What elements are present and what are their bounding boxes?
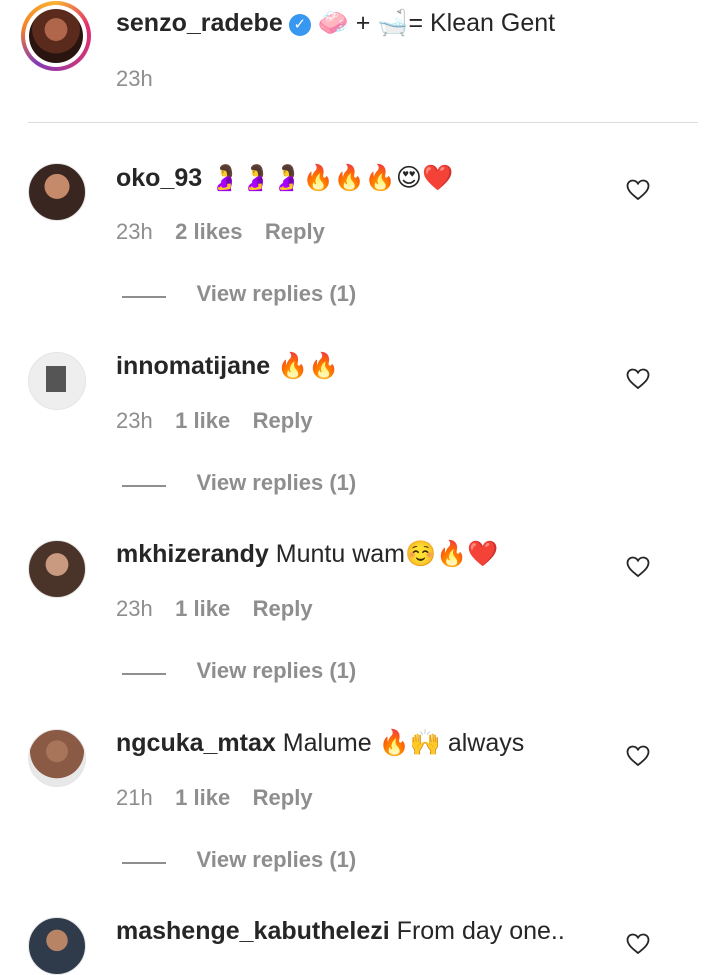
comment-timestamp: 23h [116,596,153,621]
comment-likes[interactable]: 1 like [175,785,230,810]
comment-meta: 23h 2 likes Reply [116,219,343,245]
comment-text-line: ngcuka_mtax Malume 🔥🙌 always [116,729,524,758]
reply-button[interactable]: Reply [265,219,325,244]
heart-outline-icon[interactable] [626,933,650,955]
view-replies-label: View replies (1) [196,470,357,495]
view-replies-button[interactable]: View replies (1) [122,658,356,684]
comment-text: Malume 🔥🙌 always [282,729,525,757]
caption-line: senzo_radebe ✓ 🧼 + 🛁= Klean Gent [116,9,555,38]
commenter-username[interactable]: mkhizerandy [116,540,269,568]
commenter-username[interactable]: ngcuka_mtax [116,729,276,757]
author-avatar[interactable] [29,9,83,63]
comment-meta: 21h 1 like Reply [116,785,331,811]
comment-text: 🤰🤰🤰🔥🔥🔥😍❤️ [209,164,454,192]
comment-timestamp: 23h [116,408,153,433]
comment-text-line: oko_93 🤰🤰🤰🔥🔥🔥😍❤️ [116,163,453,193]
replies-divider [122,484,166,487]
caption-divider [28,122,698,123]
reply-button[interactable]: Reply [253,408,313,433]
comment-item: ngcuka_mtax Malume 🔥🙌 always 21h 1 like … [0,729,720,909]
view-replies-label: View replies (1) [196,847,357,872]
author-username[interactable]: senzo_radebe [116,9,283,37]
commenter-username[interactable]: oko_93 [116,164,202,192]
view-replies-button[interactable]: View replies (1) [122,847,356,873]
view-replies-label: View replies (1) [196,281,357,306]
reply-button[interactable]: Reply [253,785,313,810]
commenter-avatar[interactable] [28,352,86,410]
view-replies-label: View replies (1) [196,658,357,683]
comment-text-line: mashenge_kabuthelezi From day one.. [116,917,565,946]
comment-item: oko_93 🤰🤰🤰🔥🔥🔥😍❤️ 23h 2 likes Reply View … [0,163,720,343]
comment-timestamp: 21h [116,785,153,810]
comment-item: mkhizerandy Muntu wam☺️🔥❤️ 23h 1 like Re… [0,540,720,720]
replies-divider [122,672,166,675]
heart-outline-icon[interactable] [626,556,650,578]
comment-text-line: innomatijane 🔥🔥 [116,352,339,381]
comment-text: 🔥🔥 [277,352,340,380]
post-caption: senzo_radebe ✓ 🧼 + 🛁= Klean Gent 23h [0,0,720,122]
author-avatar-story-ring[interactable] [21,1,91,71]
replies-divider [122,861,166,864]
comment-meta: 23h 1 like Reply [116,408,331,434]
comment-timestamp: 23h [116,219,153,244]
comment-likes[interactable]: 2 likes [175,219,242,244]
replies-divider [122,295,166,298]
view-replies-button[interactable]: View replies (1) [122,470,356,496]
comment-meta: 23h 1 like Reply [116,596,331,622]
comment-item: mashenge_kabuthelezi From day one.. [0,917,720,975]
reply-button[interactable]: Reply [253,596,313,621]
comment-text: From day one.. [396,917,565,945]
commenter-avatar[interactable] [28,163,86,221]
comment-likes[interactable]: 1 like [175,596,230,621]
commenter-avatar[interactable] [28,917,86,975]
comment-text: Muntu wam☺️🔥❤️ [275,540,499,568]
view-replies-button[interactable]: View replies (1) [122,281,356,307]
verified-badge-icon: ✓ [288,14,311,36]
commenter-username[interactable]: mashenge_kabuthelezi [116,917,390,945]
commenter-username[interactable]: innomatijane [116,352,270,380]
heart-outline-icon[interactable] [626,179,650,201]
caption-timestamp: 23h [116,66,153,91]
caption-text: 🧼 + 🛁= Klean Gent [317,9,556,37]
commenter-avatar[interactable] [28,540,86,598]
heart-outline-icon[interactable] [626,745,650,767]
heart-outline-icon[interactable] [626,368,650,390]
commenter-avatar[interactable] [28,729,86,787]
comment-item: innomatijane 🔥🔥 23h 1 like Reply View re… [0,352,720,532]
comment-text-line: mkhizerandy Muntu wam☺️🔥❤️ [116,540,498,569]
comment-likes[interactable]: 1 like [175,408,230,433]
